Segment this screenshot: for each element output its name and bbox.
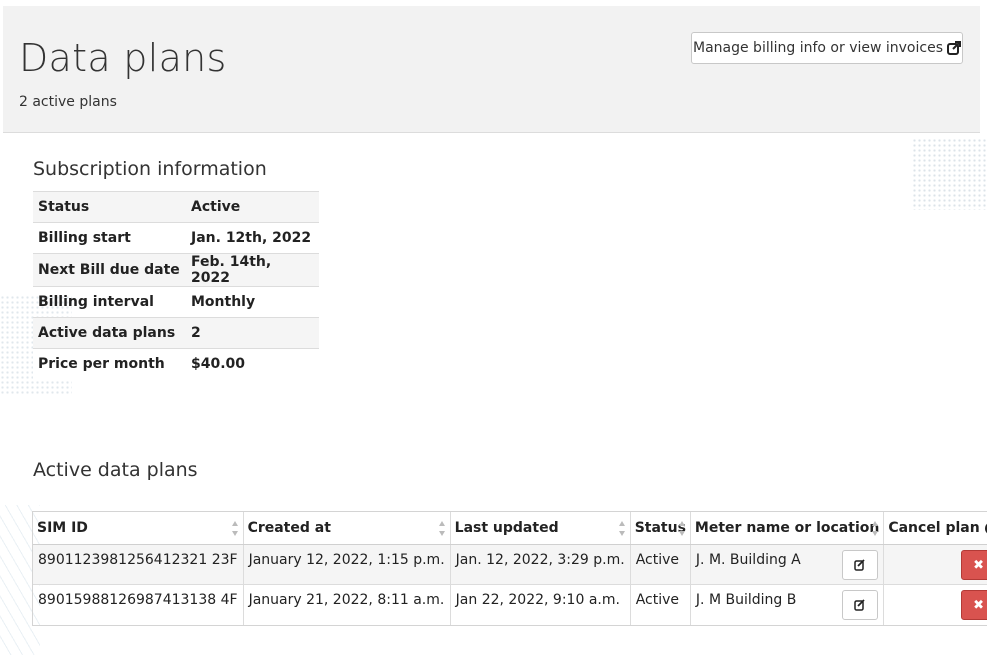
meter-name: J. M. Building A [695,552,801,568]
status-cell: Active [630,584,691,625]
sort-arrows-icon [872,521,879,536]
table-row: 89015988126987413138 4F January 21, 2022… [33,584,987,625]
last-updated-cell: Jan. 12, 2022, 3:29 p.m. [450,544,631,585]
column-header-meter[interactable]: Meter name or location [690,512,885,545]
meter-name: J. M Building B [695,592,797,608]
column-header-last-updated[interactable]: Last updated [450,512,631,545]
subscription-row: Price per month $40.00 [33,348,319,379]
close-icon: ✖ [973,557,985,573]
edit-icon [854,559,865,571]
subscription-label: Billing interval [33,286,186,318]
active-plans-section-title: Active data plans [33,459,198,481]
subscription-value: Monthly [186,286,319,318]
active-plan-count: 2 active plans [19,94,117,110]
sort-arrows-icon [438,521,446,536]
sort-arrows-icon [618,521,626,536]
cancel-plan-button[interactable]: ✖ [960,550,987,580]
sim-id-cell: 89015988126987413138 4F [33,584,244,625]
page-header: Data plans 2 active plans Manage billing… [3,6,980,133]
meter-cell: J. M. Building A [690,544,885,585]
subscription-label: Active data plans [33,317,186,349]
subscription-value: Jan. 12th, 2022 [186,222,319,254]
edit-icon [854,599,865,611]
cancel-cell: ✖ [883,584,987,625]
subscription-row: Status Active [33,191,319,223]
status-cell: Active [630,544,691,585]
subscription-value: Active [186,191,319,223]
subscription-row: Next Bill due date Feb. 14th, 2022 [33,253,319,287]
subscription-label: Next Bill due date [33,253,186,287]
meter-cell: J. M Building B [690,584,885,625]
subscription-section-title: Subscription information [33,158,267,180]
table-row: 8901123981256412321 23F January 12, 2022… [33,544,987,585]
cancel-cell: ✖ [883,544,987,585]
subscription-label: Price per month [33,348,186,379]
subscription-table: Status Active Billing start Jan. 12th, 2… [33,191,319,379]
subscription-row: Billing start Jan. 12th, 2022 [33,222,319,254]
sim-id-cell: 8901123981256412321 23F [33,544,244,585]
edit-meter-button[interactable] [842,550,879,580]
external-link-icon [947,41,961,55]
active-plans-table: SIM ID Created at Last updated Status Me… [33,512,987,625]
created-at-cell: January 12, 2022, 1:15 p.m. [243,544,451,585]
manage-billing-button[interactable]: Manage billing info or view invoices [691,32,963,64]
last-updated-cell: Jan 22, 2022, 9:10 a.m. [450,584,631,625]
manage-billing-label: Manage billing info or view invoices [693,40,943,56]
subscription-row: Active data plans 2 [33,317,319,349]
subscription-label: Billing start [33,222,186,254]
created-at-cell: January 21, 2022, 8:11 a.m. [243,584,451,625]
subscription-label: Status [33,191,186,223]
edit-meter-button[interactable] [842,590,879,620]
subscription-value: $40.00 [186,348,319,379]
column-header-sim-id[interactable]: SIM ID [33,512,244,545]
cancel-plan-button[interactable]: ✖ [960,590,987,620]
sort-arrows-icon [678,521,686,536]
subscription-value: Feb. 14th, 2022 [186,253,319,287]
decorative-dots [912,138,987,210]
column-header-status[interactable]: Status [630,512,691,545]
sort-arrows-icon [231,521,239,536]
subscription-value: 2 [186,317,319,349]
column-header-cancel-plan: Cancel plan i [883,512,987,545]
subscription-row: Billing interval Monthly [33,286,319,318]
column-header-created-at[interactable]: Created at [243,512,451,545]
close-icon: ✖ [973,597,985,613]
page-title: Data plans [19,36,227,80]
